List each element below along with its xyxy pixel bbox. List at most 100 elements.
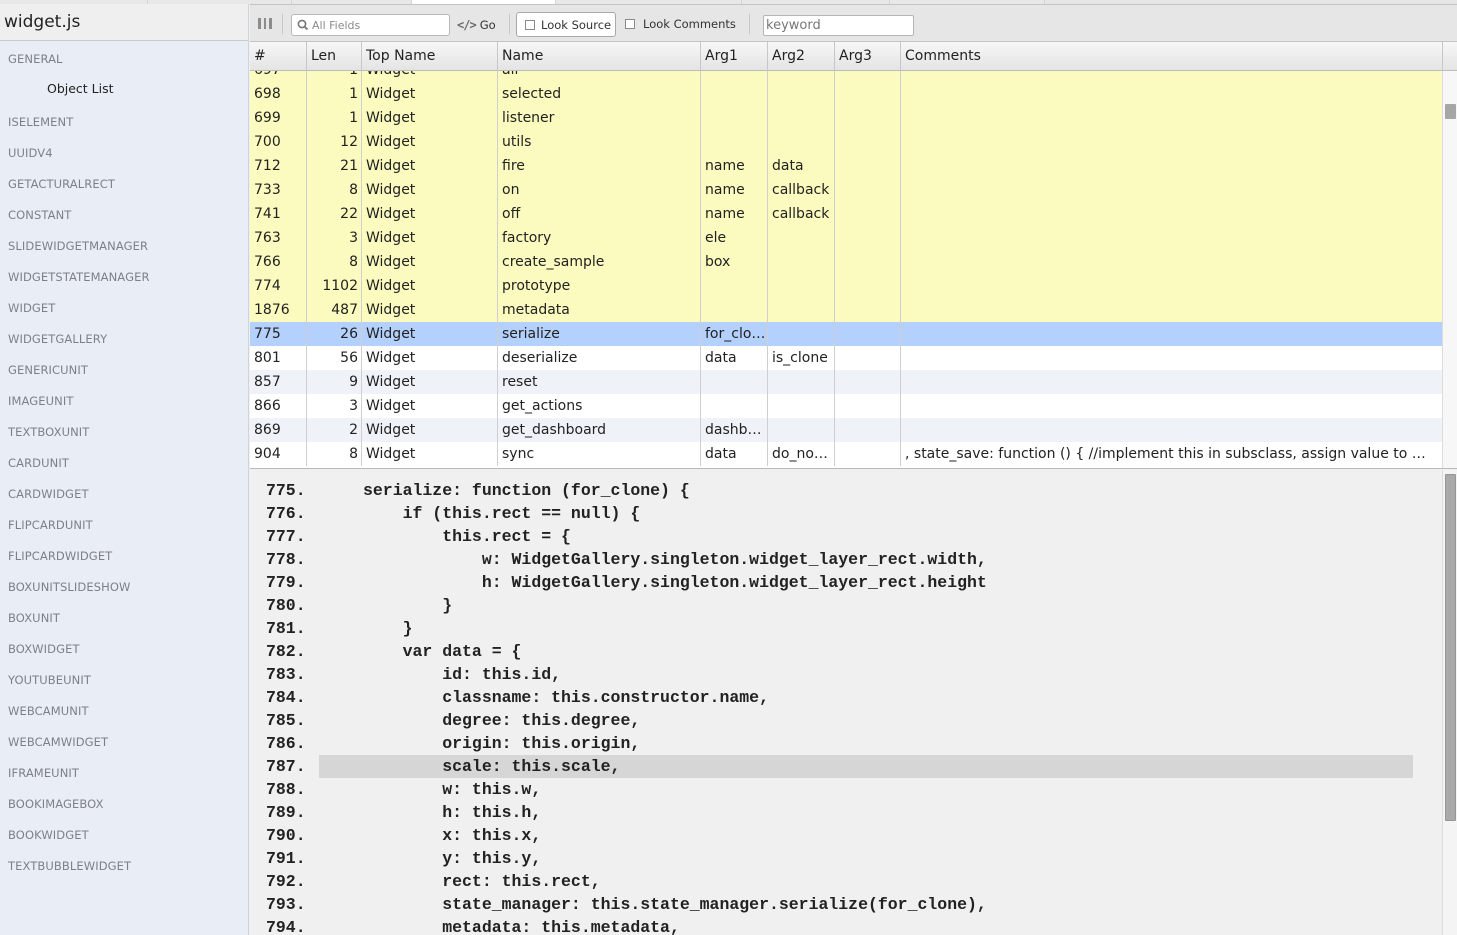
sidebar-section-iframeunit[interactable]: IFRAMEUNIT bbox=[0, 758, 248, 789]
sidebar-section-bookimagebox[interactable]: BOOKIMAGEBOX bbox=[0, 789, 248, 820]
cell-arg2: is_clone bbox=[768, 346, 835, 370]
toolbar: </> Go Look Source Look Comments bbox=[250, 4, 1457, 42]
sidebar-section-webcamunit[interactable]: WEBCAMUNIT bbox=[0, 696, 248, 727]
sidebar-section-cardwidget[interactable]: CARDWIDGET bbox=[0, 479, 248, 510]
table-row[interactable]: 1876 487 Widget metadata bbox=[250, 298, 1442, 322]
cell-arg1: name bbox=[701, 178, 768, 202]
cell-arg3 bbox=[835, 71, 901, 82]
column-header-arg1[interactable]: Arg1 bbox=[701, 42, 768, 71]
sidebar-section-uuidv4[interactable]: UUIDV4 bbox=[0, 138, 248, 169]
line-number: 776. bbox=[266, 504, 306, 523]
object-table: # Len Top Name Name Arg1 Arg2 Arg3 Comme… bbox=[250, 42, 1457, 469]
code-text: classname: this.constructor.name, bbox=[363, 688, 769, 707]
cell-number: 733 bbox=[250, 178, 307, 202]
sidebar-section-cardunit[interactable]: CARDUNIT bbox=[0, 448, 248, 479]
line-number: 793. bbox=[266, 895, 306, 914]
sidebar-section-iselement[interactable]: ISELEMENT bbox=[0, 107, 248, 138]
cell-name: metadata bbox=[498, 298, 701, 322]
table-row[interactable]: 698 1 Widget selected bbox=[250, 82, 1442, 106]
table-row[interactable]: 700 12 Widget utils bbox=[250, 130, 1442, 154]
cell-number: 774 bbox=[250, 274, 307, 298]
table-row[interactable]: 904 8 Widget sync data do_no… , state_save: fu… bbox=[250, 442, 1442, 466]
sidebar-section-webcamwidget[interactable]: WEBCAMWIDGET bbox=[0, 727, 248, 758]
cell-comments bbox=[901, 322, 1442, 346]
sidebar-section-widgetgallery[interactable]: WIDGETGALLERY bbox=[0, 324, 248, 355]
cell-arg3 bbox=[835, 82, 901, 106]
keyword-input[interactable] bbox=[763, 15, 914, 36]
table-row[interactable]: 857 9 Widget reset bbox=[250, 370, 1442, 394]
cell-comments bbox=[901, 71, 1442, 82]
cell-len: 22 bbox=[307, 202, 362, 226]
table-row[interactable]: 741 22 Widget off name callback bbox=[250, 202, 1442, 226]
sidebar-section-textbubblewidget[interactable]: TEXTBUBBLEWIDGET bbox=[0, 851, 248, 882]
search-field[interactable] bbox=[291, 14, 450, 36]
cell-len: 487 bbox=[307, 298, 362, 322]
search-input[interactable] bbox=[312, 17, 444, 33]
cell-comments bbox=[901, 178, 1442, 202]
look-comments-toggle[interactable]: Look Comments bbox=[625, 17, 736, 31]
table-row[interactable]: 699 1 Widget listener bbox=[250, 106, 1442, 130]
table-row[interactable]: 6971Widgetall bbox=[250, 71, 1442, 82]
cell-arg1: name bbox=[701, 154, 768, 178]
code-text: rect: this.rect, bbox=[363, 872, 601, 891]
sidebar-section-getacturalrect[interactable]: GETACTURALRECT bbox=[0, 169, 248, 200]
sidebar-section-boxunitslideshow[interactable]: BOXUNITSLIDESHOW bbox=[0, 572, 248, 603]
columns-icon[interactable] bbox=[258, 18, 273, 29]
table-row[interactable]: 766 8 Widget create_sample box bbox=[250, 250, 1442, 274]
code-scrollbar[interactable] bbox=[1442, 470, 1457, 935]
code-scrollbar-thumb[interactable] bbox=[1445, 474, 1456, 821]
cell-arg2 bbox=[768, 394, 835, 418]
cell-comments bbox=[901, 394, 1442, 418]
sidebar-section-boxunit[interactable]: BOXUNIT bbox=[0, 603, 248, 634]
cell-name: get_actions bbox=[498, 394, 701, 418]
cell-arg2 bbox=[768, 71, 835, 82]
table-row[interactable]: 866 3 Widget get_actions bbox=[250, 394, 1442, 418]
sidebar-section-textboxunit[interactable]: TEXTBOXUNIT bbox=[0, 417, 248, 448]
look-source-toggle[interactable]: Look Source bbox=[516, 12, 616, 37]
column-header-arg3[interactable]: Arg3 bbox=[835, 42, 901, 71]
sidebar-item-object-list[interactable]: Object List bbox=[0, 75, 248, 107]
table-row[interactable]: 774 1102 Widget prototype bbox=[250, 274, 1442, 298]
cell-comments bbox=[901, 250, 1442, 274]
cell-number: 741 bbox=[250, 202, 307, 226]
column-header-comments[interactable]: Comments bbox=[901, 42, 1442, 71]
sidebar-section-slidewidgetmanager[interactable]: SLIDEWIDGETMANAGER bbox=[0, 231, 248, 262]
code-icon: </> bbox=[457, 18, 477, 32]
table-row[interactable]: 763 3 Widget factory ele bbox=[250, 226, 1442, 250]
sidebar-section-genericunit[interactable]: GENERICUNIT bbox=[0, 355, 248, 386]
table-scrollbar[interactable] bbox=[1442, 71, 1457, 468]
table-row[interactable]: 801 56 Widget deserialize data is_clone bbox=[250, 346, 1442, 370]
table-row[interactable]: 869 2 Widget get_dashboard dashb… bbox=[250, 418, 1442, 442]
sidebar-section-youtubeunit[interactable]: YOUTUBEUNIT bbox=[0, 665, 248, 696]
cell-arg2 bbox=[768, 82, 835, 106]
cell-arg2 bbox=[768, 250, 835, 274]
sidebar-section-flipcardwidget[interactable]: FLIPCARDWIDGET bbox=[0, 541, 248, 572]
column-header-top-name[interactable]: Top Name bbox=[362, 42, 498, 71]
sidebar-section-bookwidget[interactable]: BOOKWIDGET bbox=[0, 820, 248, 851]
sidebar-section-boxwidget[interactable]: BOXWIDGET bbox=[0, 634, 248, 665]
cell-arg1: name bbox=[701, 202, 768, 226]
column-header-arg2[interactable]: Arg2 bbox=[768, 42, 835, 71]
sidebar-section-flipcardunit[interactable]: FLIPCARDUNIT bbox=[0, 510, 248, 541]
code-text: metadata: this.metadata, bbox=[363, 918, 680, 935]
look-comments-checkbox[interactable] bbox=[625, 19, 635, 29]
cell-number: 766 bbox=[250, 250, 307, 274]
sidebar-section-constant[interactable]: CONSTANT bbox=[0, 200, 248, 231]
code-text: degree: this.degree, bbox=[363, 711, 641, 730]
cell-top-name: Widget bbox=[362, 130, 498, 154]
table-row[interactable]: 712 21 Widget fire name data bbox=[250, 154, 1442, 178]
toolbar-divider bbox=[749, 14, 750, 34]
table-row-selected[interactable]: 775 26 Widget serialize for_clo… bbox=[250, 322, 1442, 346]
table-row[interactable]: 733 8 Widget on name callback bbox=[250, 178, 1442, 202]
go-button[interactable]: </> Go bbox=[457, 15, 496, 35]
cell-len: 1 bbox=[307, 106, 362, 130]
column-header-len[interactable]: Len bbox=[307, 42, 362, 71]
sidebar-section-widgetstatemanager[interactable]: WIDGETSTATEMANAGER bbox=[0, 262, 248, 293]
table-scrollbar-thumb[interactable] bbox=[1445, 104, 1456, 119]
column-header-name[interactable]: Name bbox=[498, 42, 701, 71]
look-source-checkbox[interactable] bbox=[525, 19, 535, 30]
sidebar-section-imageunit[interactable]: IMAGEUNIT bbox=[0, 386, 248, 417]
column-header-number[interactable]: # bbox=[250, 42, 307, 71]
sidebar-section-general[interactable]: GENERAL bbox=[0, 44, 248, 75]
sidebar-section-widget[interactable]: WIDGET bbox=[0, 293, 248, 324]
